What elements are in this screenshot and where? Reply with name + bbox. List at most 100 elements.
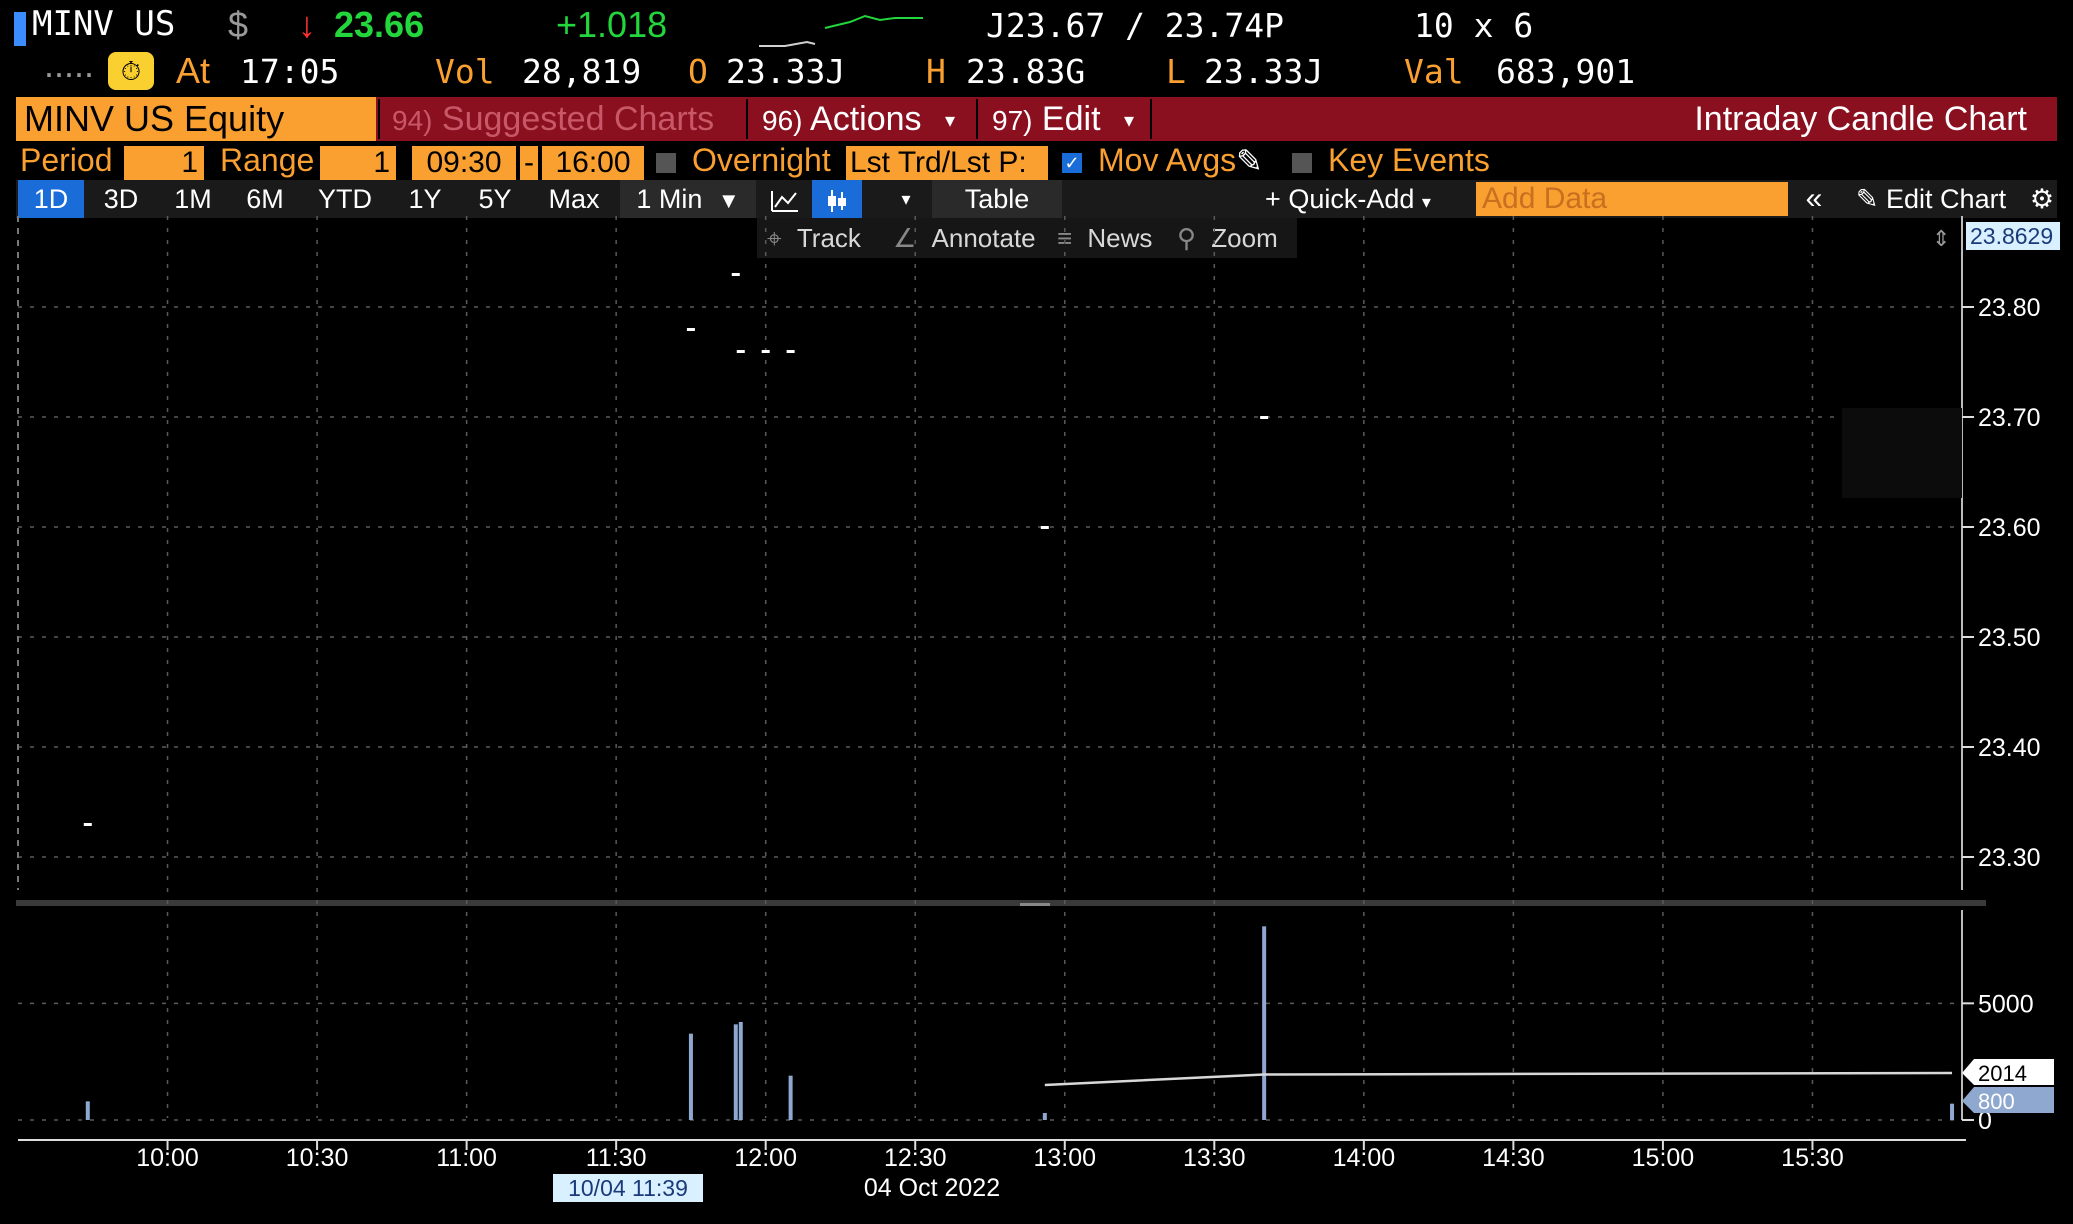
pencil-icon[interactable]: ✎ xyxy=(1236,142,1263,180)
price-series xyxy=(83,273,1269,826)
quote-line-1: MINV US $ ↓ 23.66 +1.018 J23.67 / 23.74P… xyxy=(0,4,2073,54)
mov-avgs-checkbox[interactable]: ✓ xyxy=(1062,153,1082,173)
open-price: 23.33J xyxy=(726,52,846,91)
sparkline xyxy=(759,14,923,47)
table-button[interactable]: Table xyxy=(932,180,1062,218)
volume-bar xyxy=(788,1075,793,1120)
currency: $ xyxy=(228,4,249,45)
settings-row: Period 1 Range 1 09:30 - 16:00 Overnight… xyxy=(0,142,2073,182)
open-label: O xyxy=(688,52,708,91)
volume-moving-average xyxy=(1044,1071,1953,1087)
suggested-charts-menu[interactable]: 94) Suggested Charts xyxy=(392,97,714,141)
traded-value: 683,901 xyxy=(1496,52,1636,91)
settings-gear-icon[interactable]: ⚙ xyxy=(2022,180,2062,218)
overnight-label: Overnight xyxy=(692,142,831,178)
overnight-checkbox[interactable] xyxy=(656,153,676,173)
bid-ask-size: 10 x 6 xyxy=(1414,6,1534,45)
time-tick-label: 11:30 xyxy=(586,1144,647,1172)
range-5y[interactable]: 5Y xyxy=(462,180,528,218)
volume-bar xyxy=(733,1024,738,1120)
candle-chart-icon[interactable] xyxy=(812,180,862,218)
interval-dropdown[interactable]: 1 Min ▼ xyxy=(620,180,756,218)
price-tick-label: 23.50 xyxy=(1978,624,2041,652)
time-tick-label: 10:00 xyxy=(136,1144,199,1172)
time-tick-label: 13:30 xyxy=(1183,1144,1246,1172)
last-price-label: 23.8629 xyxy=(1970,223,2053,249)
end-time-input[interactable]: 16:00 xyxy=(542,146,644,180)
volume-series xyxy=(85,926,1955,1120)
scroll-arrows-icon: ⇕ xyxy=(1932,226,1950,251)
time-tick-label: 13:00 xyxy=(1033,1144,1096,1172)
val-label: Val xyxy=(1404,52,1464,91)
key-events-checkbox[interactable] xyxy=(1292,153,1312,173)
price-candle xyxy=(786,350,795,353)
range-toolbar: 1D 3D 1M 6M YTD 1Y 5Y Max 1 Min ▼ ▾ Tabl… xyxy=(16,180,2057,218)
low-price: 23.33J xyxy=(1204,52,1324,91)
line-chart-icon[interactable] xyxy=(760,180,810,218)
range-1m[interactable]: 1M xyxy=(160,180,226,218)
quote-dots: ..... xyxy=(44,44,95,85)
range-input[interactable]: 1 xyxy=(320,146,396,180)
function-bar: MINV US Equity 94) Suggested Charts 96) … xyxy=(16,97,2057,141)
time-tick-label: 15:00 xyxy=(1632,1144,1695,1172)
range-6m[interactable]: 6M xyxy=(232,180,298,218)
quick-add-button[interactable]: + Quick-Add ▾ xyxy=(1248,180,1448,218)
time-tick-label: 12:00 xyxy=(734,1144,797,1172)
range-ytd[interactable]: YTD xyxy=(306,180,384,218)
volume-bar xyxy=(1950,1103,1955,1120)
price-tick-label: 23.70 xyxy=(1978,404,2041,432)
caret-down-icon: ▾ xyxy=(1123,110,1135,133)
start-time-input[interactable]: 09:30 xyxy=(412,146,516,180)
edit-menu[interactable]: 97) Edit ▾ xyxy=(992,97,1134,141)
intraday-chart[interactable]: 23.3023.4023.5023.6023.7023.800500010:00… xyxy=(0,216,2073,1224)
pencil-icon: ✎ xyxy=(1855,184,1879,214)
price-change: +1.018 xyxy=(556,4,668,45)
period-input[interactable]: 1 xyxy=(124,146,204,180)
chart-labels: 23.8629 ⇕ 2014 800 10/04 11:39 04 Oct 2022 xyxy=(553,222,2060,1202)
panel-divider xyxy=(16,900,1986,906)
cursor-date-label: 10/04 11:39 xyxy=(568,1175,688,1201)
chart-type-caret-icon[interactable]: ▾ xyxy=(886,180,926,218)
time-tick-label: 15:30 xyxy=(1781,1144,1844,1172)
caret-down-icon: ▾ xyxy=(945,110,956,133)
time-tick-label: 11:00 xyxy=(436,1144,497,1172)
vol-label: Vol xyxy=(435,52,495,91)
price-candle xyxy=(686,328,695,331)
price-tick-label: 23.80 xyxy=(1978,294,2041,322)
caret-down-icon: ▼ xyxy=(717,188,740,213)
volume-bar xyxy=(1262,926,1267,1120)
price-tick-label: 23.40 xyxy=(1978,734,2041,762)
actions-menu[interactable]: 96) Actions ▾ xyxy=(762,97,955,141)
high-label: H xyxy=(926,52,946,91)
price-candle xyxy=(761,350,770,353)
range-3d[interactable]: 3D xyxy=(88,180,154,218)
speedometer-icon[interactable]: ⏱ xyxy=(108,52,154,90)
chart-title: Intraday Candle Chart xyxy=(1694,100,2027,138)
price-candle xyxy=(731,273,740,276)
price-candle xyxy=(83,823,92,826)
chart-axes: 23.3023.4023.5023.6023.7023.800500010:00… xyxy=(17,216,2041,1172)
last-trade-dropdown[interactable]: Lst Trd/Lst P: xyxy=(846,146,1048,180)
volume-bar xyxy=(688,1033,693,1120)
price-candle xyxy=(736,350,745,353)
volume-bar xyxy=(1042,1113,1047,1120)
edit-chart-button[interactable]: ✎ Edit Chart xyxy=(1840,180,2022,218)
range-1d[interactable]: 1D xyxy=(18,180,84,218)
price-candle xyxy=(1260,416,1269,419)
range-label: Range xyxy=(220,142,315,178)
security-field[interactable]: MINV US Equity xyxy=(16,97,376,141)
price-tick-label: 23.60 xyxy=(1978,514,2041,542)
range-1y[interactable]: 1Y xyxy=(392,180,458,218)
add-data-input[interactable]: Add Data xyxy=(1476,182,1788,216)
down-arrow-icon: ↓ xyxy=(298,4,316,45)
ticker-marker xyxy=(14,12,26,46)
time-tick-label: 12:30 xyxy=(884,1144,947,1172)
quote-line-2: ..... ⏱ At 17:05 Vol 28,819 O 23.33J H 2… xyxy=(0,44,2073,98)
ticker[interactable]: MINV US xyxy=(32,4,175,44)
last-volume-label: 800 xyxy=(1978,1089,2015,1114)
collapse-icon[interactable]: « xyxy=(1794,180,1834,218)
range-max[interactable]: Max xyxy=(534,180,614,218)
last-price: 23.66 xyxy=(334,4,425,45)
volume-bar xyxy=(85,1101,90,1120)
ma-value-label: 2014 xyxy=(1978,1061,2027,1086)
